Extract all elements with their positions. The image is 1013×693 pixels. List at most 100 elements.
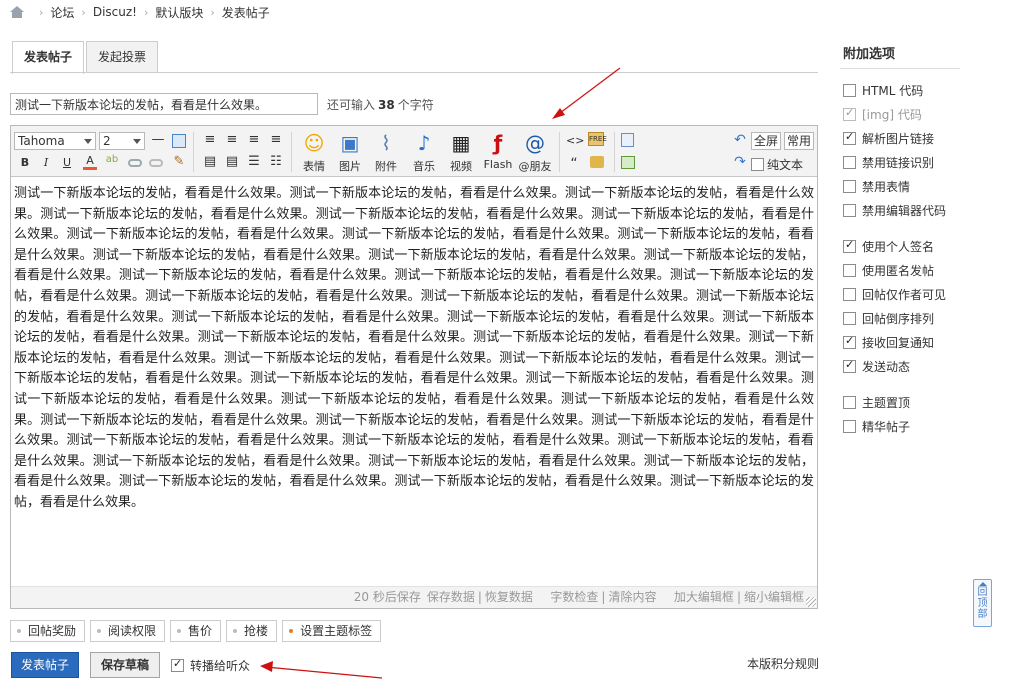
sidebar-option[interactable]: 精华帖子 xyxy=(843,418,910,434)
sidebar-option-checkbox[interactable] xyxy=(843,334,856,349)
highlight-icon[interactable]: ab xyxy=(104,154,120,165)
tab-new-post[interactable]: 发表帖子 xyxy=(12,41,85,74)
sidebar-option-checkbox[interactable] xyxy=(843,419,856,433)
bold-icon[interactable]: B xyxy=(19,156,31,169)
horizontal-rule-icon[interactable]: — xyxy=(151,132,165,147)
align-right-icon[interactable]: ≡ xyxy=(269,132,283,147)
sidebar-option[interactable]: 使用个人签名 xyxy=(843,238,934,254)
music-button[interactable]: ♪ 音乐 xyxy=(407,130,441,174)
video-button[interactable]: ▦ 视频 xyxy=(444,130,478,174)
read-permission-button[interactable]: 阅读权限 xyxy=(90,620,166,642)
reply-reward-button[interactable]: 回帖奖励 xyxy=(10,620,86,642)
page-icon[interactable] xyxy=(621,133,634,147)
sidebar-option-label: 主题置顶 xyxy=(862,395,911,410)
breadcrumb-forum[interactable]: 论坛 xyxy=(50,4,74,21)
sidebar-option-checkbox[interactable] xyxy=(843,83,856,97)
mention-button[interactable]: @ @朋友 xyxy=(518,130,552,174)
unlink-icon[interactable] xyxy=(149,159,163,167)
broadcast-option[interactable]: 转播给听众 xyxy=(171,657,250,674)
sidebar-option-checkbox[interactable] xyxy=(843,155,856,169)
image-button[interactable]: ▣ 图片 xyxy=(333,130,367,174)
sidebar-option[interactable]: 主题置顶 xyxy=(843,394,910,410)
sidebar-option[interactable]: 使用匿名发帖 xyxy=(843,262,934,278)
toolbar-divider xyxy=(291,132,292,172)
unordered-list-icon[interactable]: ☷ xyxy=(269,154,283,169)
common-button[interactable]: 常用 xyxy=(784,132,815,150)
free-icon[interactable]: FREE xyxy=(588,132,607,146)
format-brush-icon[interactable]: ✎ xyxy=(171,154,187,169)
font-color-icon[interactable]: A xyxy=(83,154,97,170)
font-size-select[interactable]: 2 xyxy=(99,132,145,150)
plaintext-label: 纯文本 xyxy=(767,158,804,172)
attachment-button[interactable]: ⌇ 附件 xyxy=(369,130,403,174)
flash-button[interactable]: ƒ Flash xyxy=(481,130,515,171)
enlarge-editor-link[interactable]: 加大编辑框 xyxy=(674,590,734,604)
float-left-icon[interactable]: ▤ xyxy=(203,154,217,169)
sidebar-option-checkbox[interactable] xyxy=(843,358,856,373)
broadcast-checkbox[interactable] xyxy=(171,657,184,672)
subject-input[interactable] xyxy=(10,93,318,115)
code-icon[interactable]: <> xyxy=(566,134,584,147)
lock-icon[interactable] xyxy=(590,156,604,168)
restore-data-link[interactable]: 恢复数据 xyxy=(485,590,533,604)
annotation-arrowhead-broadcast xyxy=(260,661,273,672)
align-left-icon[interactable]: ≡ xyxy=(225,132,239,147)
underline-icon[interactable]: U xyxy=(61,156,73,169)
save-draft-button[interactable]: 保存草稿 xyxy=(90,652,160,678)
sidebar-option[interactable]: 回帖仅作者可见 xyxy=(843,286,946,302)
chevron-right-icon: › xyxy=(143,5,149,19)
sidebar-option[interactable]: HTML 代码 xyxy=(843,82,923,98)
float-right-icon[interactable]: ▤ xyxy=(225,154,239,169)
link-icon[interactable] xyxy=(128,159,142,167)
font-family-select[interactable]: Tahoma xyxy=(14,132,96,150)
resize-handle[interactable] xyxy=(806,597,816,607)
sidebar-option[interactable]: 发送动态 xyxy=(843,358,910,374)
template-icon[interactable] xyxy=(621,156,635,169)
sidebar-option[interactable]: 禁用表情 xyxy=(843,178,910,194)
sidebar-option[interactable]: 禁用链接识别 xyxy=(843,154,934,170)
annotation-arrow-toolbar xyxy=(555,67,621,117)
floor-grab-button[interactable]: 抢楼 xyxy=(226,620,278,642)
smiley-button[interactable]: ☺ 表情 xyxy=(297,130,331,174)
breadcrumb-default-board[interactable]: 默认版块 xyxy=(155,4,203,21)
ordered-list-icon[interactable]: ☰ xyxy=(247,154,261,169)
italic-icon[interactable]: I xyxy=(40,156,52,169)
undo-icon[interactable]: ↶ xyxy=(731,132,749,148)
sidebar-option[interactable]: 禁用编辑器代码 xyxy=(843,202,946,218)
sidebar-option[interactable]: 解析图片链接 xyxy=(843,130,934,146)
back-to-top-button[interactable]: 回顶部 xyxy=(973,579,992,627)
word-count-link[interactable]: 字数检查 xyxy=(550,590,598,604)
tab-new-poll[interactable]: 发起投票 xyxy=(86,41,159,73)
sidebar-option-checkbox[interactable] xyxy=(843,179,856,193)
sidebar-option-checkbox[interactable] xyxy=(843,203,856,217)
plaintext-toggle[interactable]: 纯文本 xyxy=(751,156,803,173)
shrink-editor-link[interactable]: 缩小编辑框 xyxy=(744,590,804,604)
breadcrumb-discuz[interactable]: Discuz! xyxy=(93,5,137,19)
redo-icon[interactable]: ↷ xyxy=(731,154,749,170)
home-icon[interactable] xyxy=(10,6,24,18)
sidebar-option[interactable]: 回帖倒序排列 xyxy=(843,310,934,326)
sidebar-option-checkbox[interactable] xyxy=(843,287,856,301)
editor-content[interactable]: 测试一下新版本论坛的发帖，看看是什么效果。测试一下新版本论坛的发帖，看看是什么效… xyxy=(14,184,814,514)
align-center-icon[interactable]: ≡ xyxy=(203,132,217,147)
submit-post-button[interactable]: 发表帖子 xyxy=(11,652,79,678)
annotation-arrow-broadcast xyxy=(265,666,383,679)
save-data-link[interactable]: 保存数据 xyxy=(427,590,475,604)
price-button[interactable]: 售价 xyxy=(170,620,222,642)
topic-tags-button[interactable]: 设置主题标签 xyxy=(282,620,382,642)
fullscreen-button[interactable]: 全屏 xyxy=(751,132,782,150)
sidebar-option-checkbox[interactable] xyxy=(843,395,856,409)
sidebar-option-label: 禁用表情 xyxy=(862,179,911,194)
sidebar-option-checkbox[interactable] xyxy=(843,238,856,253)
sidebar-option-checkbox[interactable] xyxy=(843,130,856,145)
sidebar-option[interactable]: 接收回复通知 xyxy=(843,334,934,350)
sidebar-option-checkbox[interactable] xyxy=(843,311,856,325)
clear-content-link[interactable]: 清除内容 xyxy=(608,590,656,604)
sidebar-option-checkbox[interactable] xyxy=(843,263,856,277)
quote-icon[interactable]: “ xyxy=(568,156,580,172)
board-credit-rules-link[interactable]: 本版积分规则 xyxy=(747,655,819,672)
remain-prefix: 还可输入 xyxy=(327,98,376,112)
align-justify-icon[interactable]: ≡ xyxy=(247,132,261,147)
plaintext-checkbox[interactable] xyxy=(751,158,764,171)
table-icon[interactable] xyxy=(172,134,186,148)
